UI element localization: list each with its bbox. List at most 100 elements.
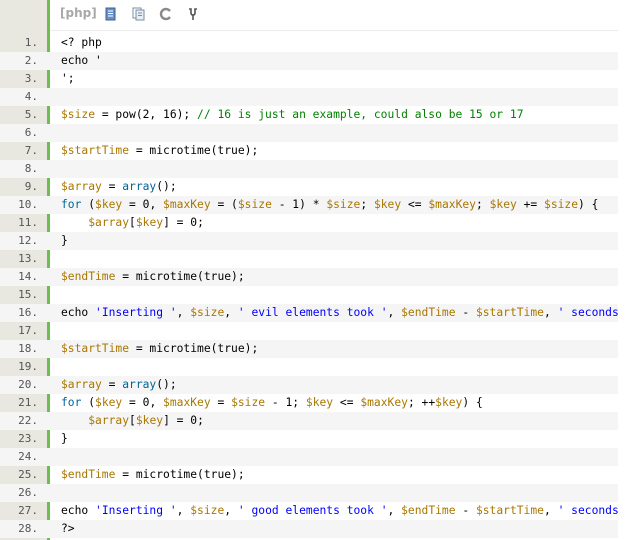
code-text: } — [61, 232, 618, 250]
code-token: $endTime — [61, 270, 116, 283]
line-number: 17. — [18, 324, 38, 337]
code-token: $maxKey — [163, 198, 211, 211]
code-token: ( — [81, 396, 96, 409]
code-text: $size = pow(2, 16); // 16 is just an exa… — [61, 106, 618, 124]
line-number: 12. — [18, 234, 38, 247]
code-token: $key — [135, 216, 164, 229]
code-text: $array[$key] = 0; — [61, 412, 618, 430]
code-token: ?> — [61, 522, 75, 535]
code-token: array — [122, 180, 157, 193]
code-token: $size — [190, 306, 225, 319]
code-token: ( — [81, 198, 96, 211]
code-text: $array = array(); — [61, 178, 618, 196]
code-token: , — [224, 306, 238, 319]
code-line: 18. $startTime = microtime(true); — [0, 340, 618, 358]
code-text: for ($key = 0, $maxKey = $size - 1; $key… — [61, 394, 618, 412]
copy-icon[interactable] — [132, 7, 146, 21]
code-token: $key — [305, 396, 334, 409]
view-source-icon[interactable] — [104, 7, 118, 21]
code-token: ] = 0; — [163, 414, 204, 427]
code-text: $endTime = microtime(true); — [61, 268, 618, 286]
code-token: ' good elements took ' — [237, 504, 388, 517]
code-token: for — [61, 396, 82, 409]
code-line: 21. for ($key = 0, $maxKey = $size - 1; $… — [0, 394, 618, 412]
code-text: } — [61, 430, 618, 448]
code-text: <? php — [61, 34, 618, 52]
code-line: 26. — [0, 484, 618, 502]
code-token: $size — [544, 198, 579, 211]
line-number: 7. — [24, 144, 38, 157]
code-token: $startTime — [475, 504, 544, 517]
line-number: 20. — [18, 378, 38, 391]
code-token: = microtime(true); — [115, 468, 245, 481]
code-token: += — [516, 198, 545, 211]
code-token: = pow(2, 16); — [95, 108, 198, 121]
line-number: 13. — [18, 252, 38, 265]
line-number: 19. — [18, 360, 38, 373]
code-token: ; ++ — [407, 396, 436, 409]
code-token: echo ' — [61, 54, 102, 67]
line-number: 28. — [18, 522, 38, 535]
code-token: $maxKey — [360, 396, 408, 409]
refresh-icon[interactable] — [159, 7, 173, 21]
code-line: 24. — [0, 448, 618, 466]
line-number: 9. — [24, 180, 38, 193]
code-token: $startTime — [475, 306, 544, 319]
code-line: 5. $size = pow(2, 16); // 16 is just an e… — [0, 106, 618, 124]
code-line: 12.} — [0, 232, 618, 250]
line-number: 16. — [18, 306, 38, 319]
line-number: 1. — [24, 36, 38, 49]
code-token: = microtime(true); — [129, 342, 259, 355]
code-token: , — [387, 306, 402, 319]
line-number: 8. — [24, 162, 38, 175]
code-line: 8. — [0, 160, 618, 178]
code-token: echo — [61, 306, 96, 319]
code-token: , — [176, 306, 191, 319]
code-line: 6. — [0, 124, 618, 142]
code-token: $array — [61, 378, 102, 391]
code-token: - — [455, 504, 476, 517]
line-number: 6. — [24, 126, 38, 139]
help-icon[interactable] — [186, 7, 200, 21]
code-token: = microtime(true); — [115, 270, 245, 283]
line-number: 27. — [18, 504, 38, 517]
line-number: 14. — [18, 270, 38, 283]
code-token: $array — [61, 180, 102, 193]
code-line: 4. — [0, 88, 618, 106]
code-token: $endTime — [401, 306, 456, 319]
line-number: 4. — [24, 90, 38, 103]
code-token: array — [122, 378, 157, 391]
code-line: 22. $array[$key] = 0; — [0, 412, 618, 430]
code-line: 7. $startTime = microtime(true); — [0, 142, 618, 160]
line-number: 2. — [24, 54, 38, 67]
line-number: 25. — [18, 468, 38, 481]
code-token: $array — [88, 216, 130, 229]
line-number: 24. — [18, 450, 38, 463]
line-number: 23. — [18, 432, 38, 445]
code-token: } — [61, 234, 68, 247]
code-token: ) { — [462, 396, 483, 409]
line-number: 3. — [24, 72, 38, 85]
code-token: 'Inserting ' — [95, 504, 177, 517]
code-line: 2. echo ' — [0, 52, 618, 70]
code-token: $size — [61, 108, 96, 121]
code-token: $key — [95, 396, 123, 409]
code-line: 9. $array = array(); — [0, 178, 618, 196]
code-token: $key — [135, 414, 164, 427]
code-token: // 16 is just an example, could also be … — [197, 108, 524, 121]
code-token: $startTime — [61, 144, 130, 157]
code-token: $key — [489, 198, 517, 211]
code-line: 14. $endTime = microtime(true); — [0, 268, 618, 286]
code-token: ' seconds — [557, 306, 618, 319]
code-token: = 0, — [122, 396, 164, 409]
code-token: '; — [61, 72, 75, 85]
code-token: = — [101, 378, 123, 391]
code-token: - 1; — [265, 396, 306, 409]
line-number: 26. — [18, 486, 38, 499]
code-token: = microtime(true); — [129, 144, 259, 157]
code-token: - 1) * — [271, 198, 327, 211]
code-token: = ( — [210, 198, 238, 211]
code-token: ; — [475, 198, 490, 211]
code-text: echo 'Inserting ', $size, ' good element… — [61, 502, 618, 520]
